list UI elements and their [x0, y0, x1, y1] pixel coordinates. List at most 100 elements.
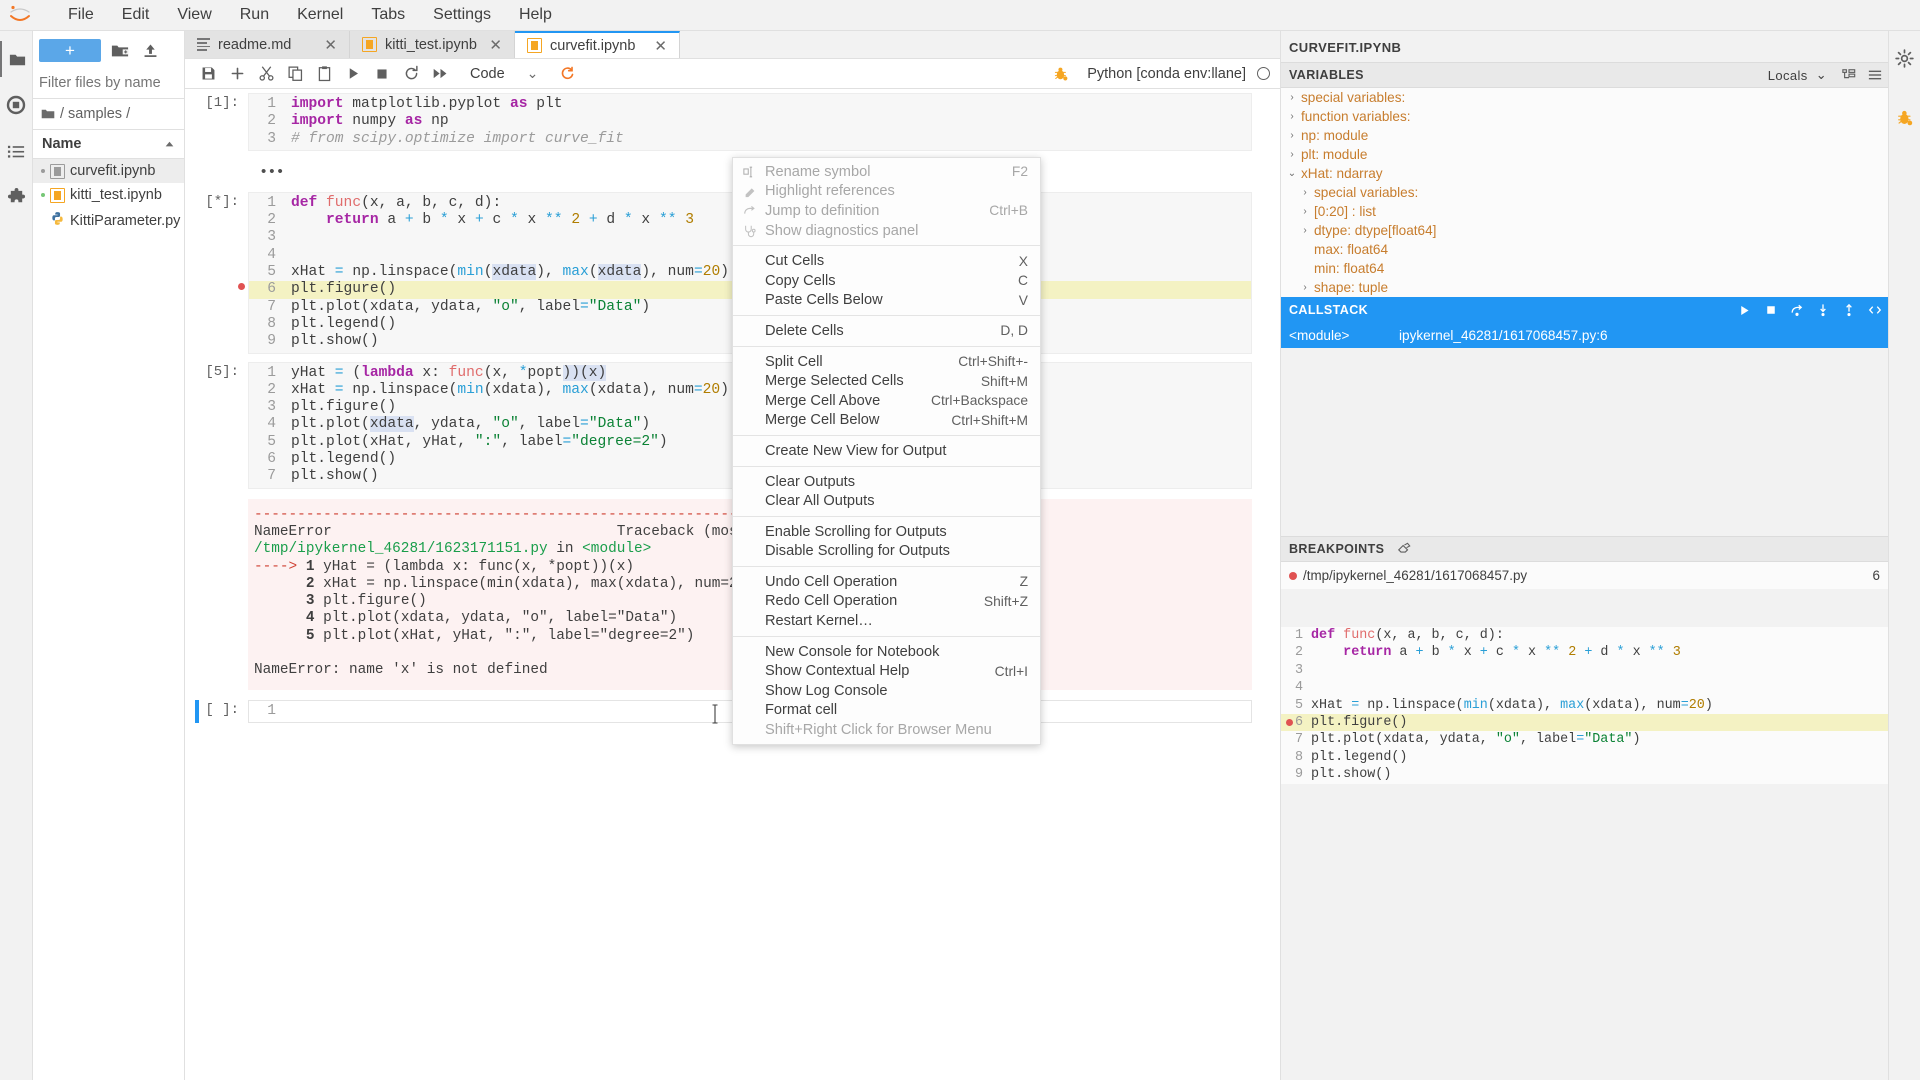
- cell-editor[interactable]: 1 import matplotlib.pyplot as plt 2 impo…: [248, 93, 1252, 151]
- variable-row[interactable]: ⌄ xHat: ndarray: [1281, 164, 1888, 183]
- copy-button[interactable]: [282, 61, 308, 87]
- cell-context-menu[interactable]: Rename symbol F2 Highlight references Ju…: [732, 157, 1041, 745]
- menu-item-show-log-console[interactable]: Show Log Console: [733, 681, 1040, 701]
- menu-item-create-new-view-for-output[interactable]: Create New View for Output: [733, 441, 1040, 461]
- menu-help[interactable]: Help: [505, 2, 566, 28]
- menu-item-show-contextual-help[interactable]: Show Contextual Help Ctrl+I: [733, 661, 1040, 681]
- menu-item-copy-cells[interactable]: Copy Cells C: [733, 271, 1040, 291]
- tab-close-icon[interactable]: ✕: [654, 37, 667, 55]
- menu-item-merge-cell-above[interactable]: Merge Cell Above Ctrl+Backspace: [733, 391, 1040, 411]
- sidebar-item-debugger[interactable]: [1888, 100, 1920, 136]
- menu-file[interactable]: File: [54, 2, 108, 28]
- cell-type-select[interactable]: Code ⌄: [464, 63, 544, 84]
- variable-row[interactable]: › shape: tuple: [1281, 278, 1888, 297]
- evaluate-code-button[interactable]: [1867, 303, 1882, 318]
- variables-tree[interactable]: › special variables: › function variable…: [1281, 88, 1888, 297]
- menu-tabs[interactable]: Tabs: [357, 2, 419, 28]
- step-out-button[interactable]: [1841, 303, 1856, 318]
- file-list-item[interactable]: kitti_test.ipynb: [33, 183, 184, 207]
- variable-row[interactable]: min: float64: [1281, 259, 1888, 278]
- variable-row[interactable]: max: float64: [1281, 240, 1888, 259]
- menu-item-disable-scrolling-for-outputs[interactable]: Disable Scrolling for Outputs: [733, 542, 1040, 562]
- menu-item-split-cell[interactable]: Split Cell Ctrl+Shift+-: [733, 352, 1040, 372]
- variables-scope-select[interactable]: Locals ⌄: [1768, 67, 1827, 83]
- kernel-bug-icon[interactable]: [1048, 61, 1074, 87]
- sidebar-item-settings[interactable]: [1888, 40, 1920, 76]
- kernel-name-label[interactable]: Python [conda env:llane]: [1087, 66, 1246, 82]
- step-into-button[interactable]: [1815, 303, 1830, 318]
- debugger-source-view[interactable]: 1 def func(x, a, b, c, d): 2 return a + …: [1281, 627, 1888, 784]
- menu-kernel[interactable]: Kernel: [283, 2, 357, 28]
- expand-caret-icon[interactable]: ›: [1300, 282, 1310, 293]
- step-over-button[interactable]: [1789, 303, 1804, 318]
- menu-item-cut-cells[interactable]: Cut Cells X: [733, 251, 1040, 271]
- tab-close-icon[interactable]: ✕: [324, 36, 337, 54]
- menu-item-undo-cell-operation[interactable]: Undo Cell Operation Z: [733, 572, 1040, 592]
- variable-row[interactable]: › np: module: [1281, 126, 1888, 145]
- notebook-cell[interactable]: [1]: 1 import matplotlib.pyplot as plt 2…: [185, 89, 1280, 155]
- restart-run-all-button[interactable]: [427, 61, 453, 87]
- clear-breakpoints-icon[interactable]: [1396, 542, 1411, 557]
- breakpoint-row[interactable]: /tmp/ipykernel_46281/1617068457.py 6: [1281, 562, 1888, 589]
- menu-run[interactable]: Run: [226, 2, 283, 28]
- cut-button[interactable]: [253, 61, 279, 87]
- menu-settings[interactable]: Settings: [419, 2, 505, 28]
- new-folder-icon[interactable]: [109, 40, 131, 62]
- menu-item-delete-cells[interactable]: Delete Cells D, D: [733, 321, 1040, 341]
- menu-item-restart-kernel[interactable]: Restart Kernel…: [733, 611, 1040, 631]
- variable-row[interactable]: › function variables:: [1281, 107, 1888, 126]
- expand-caret-icon[interactable]: ›: [1287, 149, 1297, 160]
- restart-button[interactable]: [398, 61, 424, 87]
- continue-button[interactable]: [1737, 303, 1752, 318]
- breadcrumb[interactable]: / samples /: [33, 99, 184, 129]
- variable-row[interactable]: › special variables:: [1281, 88, 1888, 107]
- variable-row[interactable]: › special variables:: [1281, 183, 1888, 202]
- paste-button[interactable]: [311, 61, 337, 87]
- debugger-toggle-button[interactable]: [553, 61, 579, 87]
- kernel-status-idle-icon[interactable]: [1257, 67, 1270, 80]
- tree-view-icon[interactable]: [1841, 68, 1856, 83]
- variable-row[interactable]: › dtype: dtype[float64]: [1281, 221, 1888, 240]
- menu-item-merge-cell-below[interactable]: Merge Cell Below Ctrl+Shift+M: [733, 411, 1040, 431]
- sidebar-item-file-browser[interactable]: [0, 41, 33, 77]
- run-button[interactable]: [340, 61, 366, 87]
- tab-kitti_test-ipynb[interactable]: kitti_test.ipynb ✕: [350, 31, 515, 58]
- breakpoints-list[interactable]: /tmp/ipykernel_46281/1617068457.py 6: [1281, 562, 1888, 589]
- sidebar-item-toc[interactable]: [0, 133, 33, 169]
- save-button[interactable]: [195, 61, 221, 87]
- expand-caret-icon[interactable]: ›: [1300, 206, 1310, 217]
- expand-caret-icon[interactable]: ›: [1287, 130, 1297, 141]
- menu-item-redo-cell-operation[interactable]: Redo Cell Operation Shift+Z: [733, 592, 1040, 612]
- tab-readme-md[interactable]: readme.md ✕: [185, 31, 350, 58]
- callstack-list[interactable]: <module> ipykernel_46281/1617068457.py:6: [1281, 323, 1888, 348]
- table-view-icon[interactable]: [1867, 68, 1882, 83]
- source-breakpoint-dot-icon[interactable]: [1286, 719, 1293, 726]
- tab-close-icon[interactable]: ✕: [489, 36, 502, 54]
- stop-button[interactable]: [369, 61, 395, 87]
- file-list-item[interactable]: curvefit.ipynb: [33, 159, 184, 183]
- new-launcher-button[interactable]: +: [39, 39, 101, 62]
- menu-item-clear-all-outputs[interactable]: Clear All Outputs: [733, 491, 1040, 511]
- menu-view[interactable]: View: [163, 2, 225, 28]
- file-list-header[interactable]: Name: [33, 129, 184, 159]
- sidebar-item-extensions[interactable]: [0, 179, 33, 215]
- terminate-button[interactable]: [1763, 303, 1778, 318]
- menu-item-enable-scrolling-for-outputs[interactable]: Enable Scrolling for Outputs: [733, 522, 1040, 542]
- insert-cell-button[interactable]: [224, 61, 250, 87]
- breakpoints-section-header[interactable]: BREAKPOINTS: [1281, 536, 1888, 562]
- variable-row[interactable]: › [0:20] : list: [1281, 202, 1888, 221]
- callstack-row[interactable]: <module> ipykernel_46281/1617068457.py:6: [1281, 323, 1888, 348]
- menu-edit[interactable]: Edit: [108, 2, 164, 28]
- menu-item-merge-selected-cells[interactable]: Merge Selected Cells Shift+M: [733, 371, 1040, 391]
- menu-item-new-console-for-notebook[interactable]: New Console for Notebook: [733, 642, 1040, 662]
- sidebar-item-running[interactable]: [0, 87, 33, 123]
- upload-icon[interactable]: [139, 40, 161, 62]
- expand-caret-icon[interactable]: ⌄: [1287, 168, 1297, 179]
- expand-caret-icon[interactable]: ›: [1300, 187, 1310, 198]
- menu-item-paste-cells-below[interactable]: Paste Cells Below V: [733, 291, 1040, 311]
- expand-caret-icon[interactable]: ›: [1287, 92, 1297, 103]
- menu-item-clear-outputs[interactable]: Clear Outputs: [733, 472, 1040, 492]
- expand-caret-icon[interactable]: ›: [1287, 111, 1297, 122]
- callstack-section-header[interactable]: CALLSTACK: [1281, 297, 1888, 323]
- variable-row[interactable]: › plt: module: [1281, 145, 1888, 164]
